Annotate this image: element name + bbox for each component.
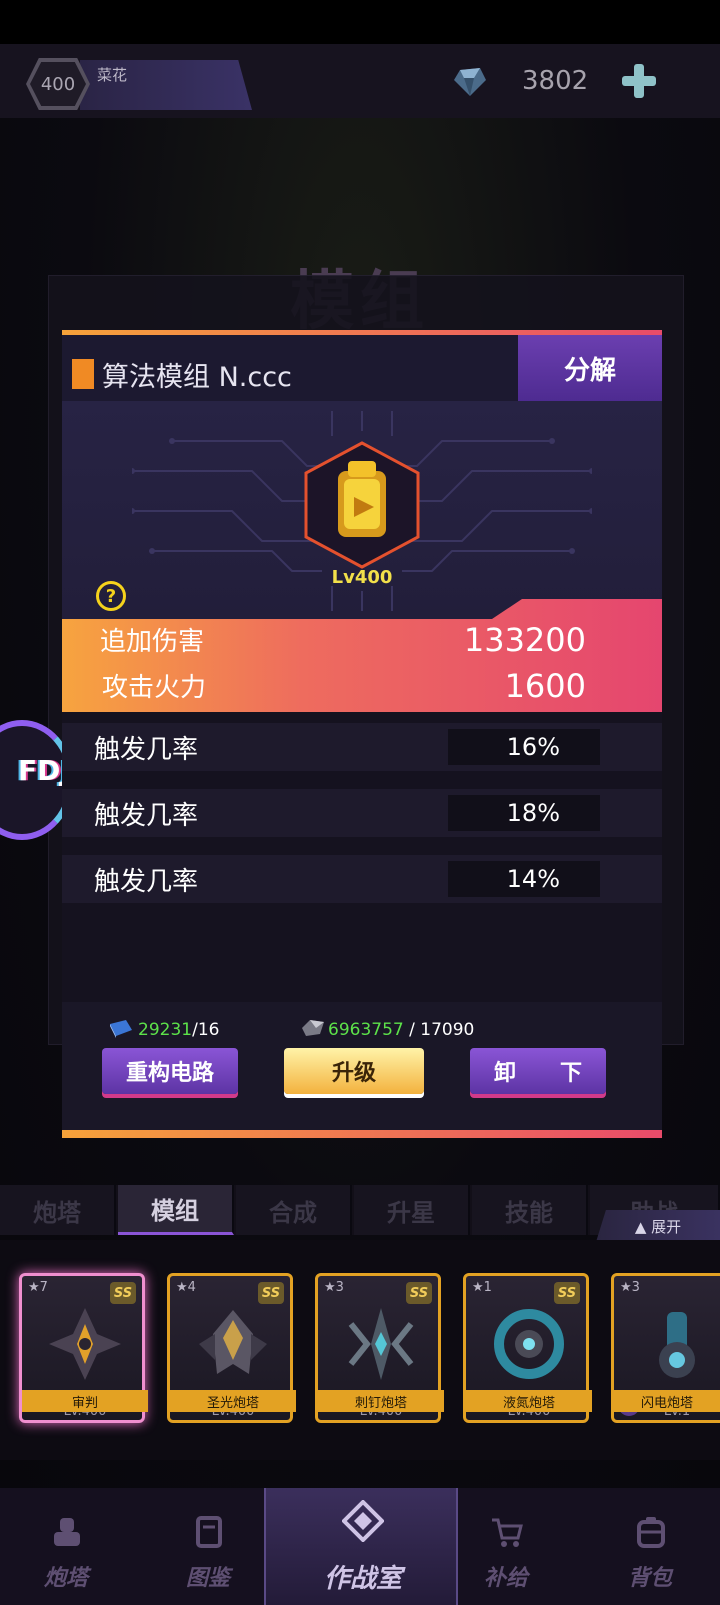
book-have: 29231 [138,1020,193,1040]
card-stars: ★4 [176,1280,196,1295]
player-level-text: 400 [30,62,86,106]
card-name: 审判 [22,1390,148,1412]
sub-stat-value: 18% [448,795,600,831]
turret-judgment-icon [49,1308,121,1380]
turret-spike-icon [348,1308,414,1380]
nav-backpack[interactable]: 背包 [590,1488,710,1605]
stat-value-bonus-damage: 133200 [463,621,586,659]
nav-supply[interactable]: 补给 [446,1488,566,1605]
nav-label: 炮塔 [43,1566,88,1591]
card-stars: ★3 [620,1280,640,1295]
card-grade: SS [554,1282,580,1304]
add-gems-button[interactable] [622,64,656,98]
sub-stat-value: 14% [448,861,600,897]
tab-module[interactable]: 模组 [118,1185,234,1235]
tab-skills[interactable]: 技能 [472,1185,588,1235]
nav-label: 背包 [627,1566,672,1591]
stat-value-attack-power: 1600 [504,667,586,705]
top-bar: 400 菜花 3802 [0,44,720,118]
ore-need: / 17090 [403,1020,475,1040]
sub-stat-row: 触发几率 14% [62,855,662,903]
book-resource: 29231/16 [138,1020,219,1040]
card-stars: ★3 [324,1280,344,1295]
nav-label: 补给 [483,1566,528,1591]
battle-room-icon [342,1500,384,1542]
nav-turret[interactable]: 炮塔 [6,1488,126,1605]
stat-label-bonus-damage: 追加伤害 [100,627,205,657]
module-level: Lv400 [331,567,393,588]
stat-label-attack-power: 攻击火力 [102,673,207,703]
card-name: 闪电炮塔 [614,1390,720,1412]
cart-icon [492,1518,523,1547]
book-icon [110,1020,132,1038]
tab-synthesis[interactable]: 合成 [236,1185,352,1235]
status-bar [0,0,720,44]
nav-battle-room[interactable]: 作战室 [264,1488,458,1605]
card-stars: ★1 [472,1280,492,1295]
ore-icon [302,1020,324,1036]
module-detail-modal: 算法模组 N.ccc 分解 Lv400 ? 追加伤害 133200 攻击火力 1… [62,330,662,1138]
turret-card-list: ★7 SS Lv.400 ★4 SS Lv.400 ★3 SS Lv.400 ★… [0,1240,720,1460]
ore-have: 6963757 [328,1020,404,1040]
player-level-badge[interactable]: 400 [26,58,90,110]
tab-turret[interactable]: 炮塔 [0,1185,116,1235]
card-name: 圣光炮塔 [170,1390,296,1412]
bottom-nav: 炮塔 图鉴 作战室 补给 背包 [0,1488,720,1605]
modal-bottom-border [62,1130,662,1138]
module-footer: 29231/16 6963757 / 17090 重构电路 升级 卸 下 [62,1002,662,1130]
sub-stat-row: 触发几率 16% [62,723,662,771]
gem-count: 3802 [522,66,589,96]
turret-liquid-nitrogen-icon [494,1309,564,1379]
card-grade: SS [110,1282,136,1304]
sub-stat-label: 触发几率 [94,735,199,765]
card-grade: SS [406,1282,432,1304]
dismantle-button[interactable]: 分解 [518,335,662,401]
turret-lightning-icon [659,1312,695,1378]
tab-star-up[interactable]: 升星 [354,1185,470,1235]
card-name: 刺钉炮塔 [318,1390,444,1412]
sub-stat-label: 触发几率 [94,867,199,897]
sub-stat-value: 16% [448,729,600,765]
card-grade: SS [258,1282,284,1304]
codex-icon [196,1516,222,1548]
nav-codex[interactable]: 图鉴 [148,1488,268,1605]
rebuild-circuit-button[interactable]: 重构电路 [102,1048,238,1094]
card-stars: ★7 [28,1280,48,1295]
help-icon[interactable]: ? [96,581,126,611]
module-showcase: Lv400 ? [62,401,662,621]
player-name: 菜花 [97,66,128,84]
expand-button[interactable]: ▲ 展开 [596,1210,720,1242]
turret-holy-light-icon [199,1310,267,1374]
turret-icon [54,1518,80,1546]
nav-label: 作战室 [323,1564,402,1594]
card-name: 液氮炮塔 [466,1390,592,1412]
backpack-icon [637,1517,665,1548]
unequip-button[interactable]: 卸 下 [470,1048,606,1094]
nav-label: 图鉴 [185,1566,230,1591]
sub-stat-label: 触发几率 [94,801,199,831]
upgrade-button[interactable]: 升级 [284,1048,424,1094]
diamond-icon [454,68,486,96]
rarity-indicator [72,359,94,389]
module-title: 算法模组 N.ccc [102,362,292,393]
book-need: /16 [192,1020,220,1040]
sub-stat-row: 触发几率 18% [62,789,662,837]
ore-resource: 6963757 / 17090 [328,1020,474,1040]
module-hex-frame-icon [304,441,420,569]
